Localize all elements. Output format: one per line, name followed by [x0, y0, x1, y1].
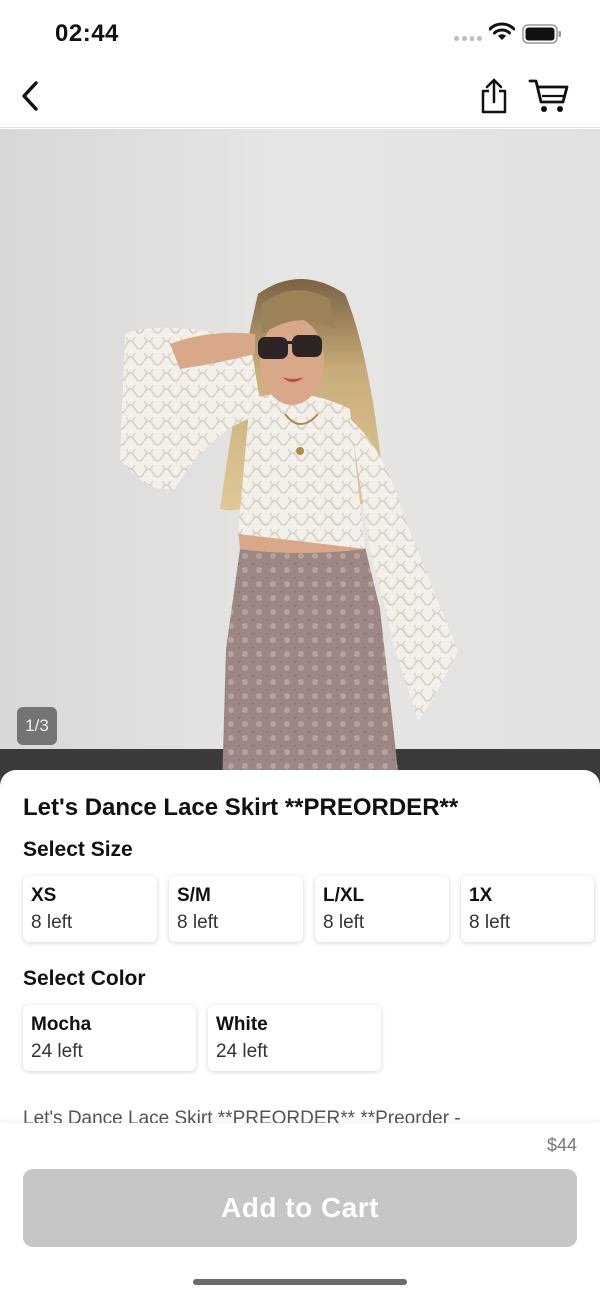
color-option-stock: 24 left [31, 1041, 83, 1062]
color-option-white[interactable]: White 24 left [208, 1005, 381, 1071]
image-counter: 1/3 [17, 707, 57, 745]
color-option-stock: 24 left [216, 1041, 268, 1062]
product-photo[interactable] [0, 129, 600, 789]
color-option-name: Mocha [31, 1014, 92, 1035]
signal-icon [454, 36, 482, 42]
size-option-stock: 8 left [323, 912, 365, 933]
size-option-xs[interactable]: XS 8 left [23, 876, 157, 942]
add-to-cart-button[interactable]: Add to Cart [23, 1169, 577, 1247]
size-option-1x[interactable]: 1X 8 left [461, 876, 594, 942]
size-option-sm[interactable]: S/M 8 left [169, 876, 303, 942]
size-option-name: 1X [469, 885, 493, 906]
nav-bar [0, 66, 600, 128]
select-color-label: Select Color [23, 967, 146, 990]
home-indicator [193, 1279, 407, 1285]
cart-icon [528, 79, 569, 112]
size-option-name: S/M [177, 885, 211, 906]
color-option-name: White [216, 1014, 268, 1035]
status-bar: 02:44 [0, 0, 600, 66]
size-option-name: L/XL [323, 885, 365, 906]
product-title: Let's Dance Lace Skirt **PREORDER** [23, 794, 459, 821]
size-option-stock: 8 left [31, 912, 73, 933]
battery-icon [522, 24, 562, 49]
size-option-lxl[interactable]: L/XL 8 left [315, 876, 449, 942]
wifi-icon [488, 22, 516, 47]
size-option-stock: 8 left [177, 912, 219, 933]
status-time: 02:44 [55, 20, 119, 47]
share-button[interactable] [474, 76, 514, 116]
size-option-stock: 8 left [469, 912, 511, 933]
chevron-left-icon [22, 81, 38, 111]
size-option-name: XS [31, 885, 57, 906]
color-option-mocha[interactable]: Mocha 24 left [23, 1005, 196, 1071]
share-icon [481, 78, 507, 114]
product-price: $44 [546, 1135, 577, 1155]
bottom-action-bar: $44 Add to Cart [0, 1123, 600, 1298]
cart-button[interactable] [526, 76, 572, 116]
select-size-label: Select Size [23, 838, 133, 861]
back-button[interactable] [12, 78, 48, 114]
